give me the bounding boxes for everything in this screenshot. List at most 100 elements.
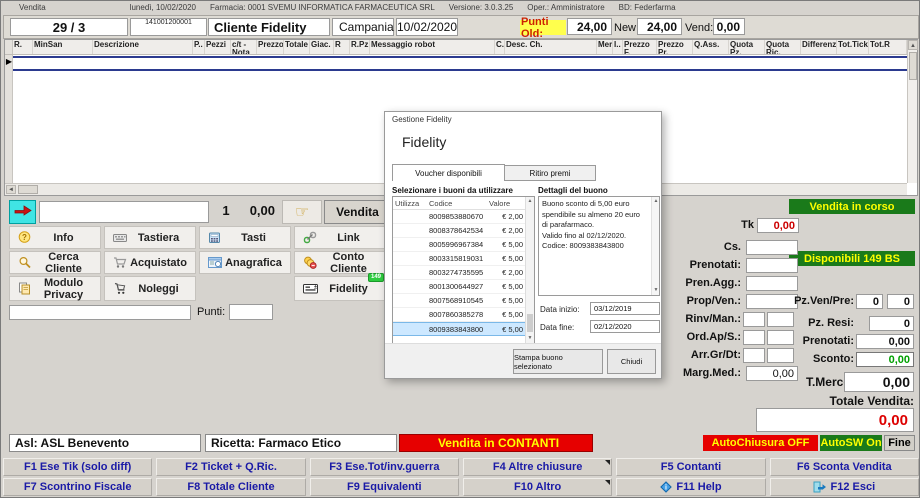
grid-column-descrizione[interactable]: Descrizione: [93, 40, 193, 54]
fkey-f6[interactable]: F6 Sconta Vendita: [770, 458, 919, 476]
panel-field-value[interactable]: [746, 258, 798, 273]
grid-column-pezzi[interactable]: Pezzi: [205, 40, 231, 54]
autosw-toggle[interactable]: AutoSW On: [820, 435, 882, 451]
panel-field-value[interactable]: 0,00: [856, 352, 914, 367]
horizontal-scroll-thumb[interactable]: [18, 185, 38, 194]
scan-button[interactable]: [9, 200, 36, 224]
panel-field-value[interactable]: 0,00: [844, 372, 914, 392]
date-field[interactable]: 10/02/2020: [396, 18, 458, 36]
voucher-row[interactable]: 8001300644927€ 5,00: [393, 280, 534, 294]
grid-column-totale[interactable]: Totale: [284, 40, 310, 54]
grid-empty-row[interactable]: [13, 56, 907, 71]
fkey-f7[interactable]: F7 Scontrino Fiscale: [3, 478, 152, 496]
tab-ritiro-premi[interactable]: Ritiro premi: [504, 165, 596, 181]
scroll-down-icon[interactable]: ▼: [526, 334, 534, 343]
grid-column-r[interactable]: R: [334, 40, 350, 54]
grid-column-differenza[interactable]: Differenza: [801, 40, 837, 54]
punti-input[interactable]: [229, 304, 273, 320]
scroll-left-icon[interactable]: ◄: [6, 185, 16, 194]
button-fidelity[interactable]: ±Fidelity149: [294, 276, 386, 301]
scroll-down-icon[interactable]: ▼: [652, 286, 660, 295]
grid-column-quota-ric[interactable]: Quota Ric.: [765, 40, 801, 54]
grid-column-tot-ticket[interactable]: Tot.Ticket: [837, 40, 869, 54]
payment-mode-banner[interactable]: Vendita in CONTANTI: [399, 434, 593, 452]
fkey-f2[interactable]: F2 Ticket + Q.Ric.: [156, 458, 305, 476]
scroll-up-icon[interactable]: ▲: [908, 40, 918, 50]
voucher-row[interactable]: 8003274735595€ 2,00: [393, 266, 534, 280]
grid-column-mer[interactable]: Mer.: [597, 40, 613, 54]
grid-column-r[interactable]: R.: [13, 40, 33, 54]
button-acquistato[interactable]: Acquistato: [104, 251, 196, 274]
fkey-f1[interactable]: F1 Ese Tik (solo diff): [3, 458, 152, 476]
panel-field-value[interactable]: 0: [869, 316, 914, 331]
grid-column-desc-ch[interactable]: Desc. Ch.: [505, 40, 597, 54]
voucher-list-scrollbar[interactable]: ▲ ▼: [525, 197, 534, 343]
grid-column-tot-r[interactable]: Tot.R: [869, 40, 907, 54]
voucher-row[interactable]: 8003315819031€ 5,00: [393, 252, 534, 266]
voucher-row[interactable]: 8005996967384€ 5,00: [393, 238, 534, 252]
button-modulo-privacy[interactable]: Modulo Privacy: [9, 276, 101, 301]
grid-column-minsan[interactable]: MinSan: [33, 40, 93, 54]
region-field[interactable]: Campania: [332, 18, 394, 36]
customer-name-field[interactable]: Cliente Fidelity: [208, 18, 330, 36]
data-fine-field[interactable]: 02/12/2020: [590, 320, 660, 333]
button-link[interactable]: Link: [294, 226, 386, 249]
fkey-f8[interactable]: F8 Totale Cliente: [156, 478, 305, 496]
fkey-f4[interactable]: F4 Altre chiusure: [463, 458, 612, 476]
button-noleggi[interactable]: Noleggi: [104, 276, 196, 301]
note-input[interactable]: [9, 305, 191, 320]
fkey-f12[interactable]: F12 Esci: [770, 478, 919, 496]
chiudi-button[interactable]: Chiudi: [607, 349, 656, 374]
button-conto-cliente[interactable]: Conto Cliente: [294, 251, 386, 274]
panel-field-value[interactable]: 0: [856, 294, 883, 309]
data-inizio-field[interactable]: 03/12/2019: [590, 302, 660, 315]
asl-field[interactable]: Asl: ASL Benevento: [9, 434, 201, 452]
vendita-mode-select[interactable]: Vendita: [324, 200, 391, 224]
punti-new-value[interactable]: 24,00: [637, 18, 682, 35]
punti-vend-value[interactable]: 0,00: [713, 18, 745, 35]
vertical-scroll-thumb[interactable]: [909, 52, 917, 80]
panel-field-value[interactable]: 0,00: [757, 218, 799, 233]
grid-column-r-pz[interactable]: R.Pz: [350, 40, 370, 54]
card-code-field[interactable]: 141001200001: [130, 18, 207, 36]
punti-old-value[interactable]: 24,00: [567, 18, 612, 35]
grid-column-quota-pz[interactable]: Quota Pz.: [729, 40, 765, 54]
autochiusura-toggle[interactable]: AutoChiusura OFF: [703, 435, 818, 451]
details-scrollbar[interactable]: ▲ ▼: [651, 197, 659, 295]
grid-column-p[interactable]: P..: [193, 40, 205, 54]
grid-column-q-ass[interactable]: Q.Ass.: [693, 40, 729, 54]
fkey-f3[interactable]: F3 Ese.Tot/inv.guerra: [310, 458, 459, 476]
grid-column-giac[interactable]: Giac.: [310, 40, 334, 54]
fkey-f5[interactable]: F5 Contanti: [616, 458, 765, 476]
button-anagrafica[interactable]: Anagrafica: [199, 251, 291, 274]
scroll-up-icon[interactable]: ▲: [526, 197, 534, 206]
ricetta-field[interactable]: Ricetta: Farmaco Etico: [205, 434, 397, 452]
voucher-row-selected[interactable]: 8009383843800€ 5,00: [393, 322, 534, 336]
panel-field-value[interactable]: [746, 240, 798, 255]
barcode-input[interactable]: [39, 201, 209, 223]
grid-vertical-scrollbar[interactable]: ▲: [907, 40, 917, 183]
grid-column-c-t-nota[interactable]: c/t - Nota: [231, 40, 257, 54]
button-tasti[interactable]: Tasti: [199, 226, 291, 249]
sale-number-field[interactable]: 29 / 3: [10, 18, 128, 36]
grid-column-prezzo-pr[interactable]: Prezzo Pr.: [657, 40, 693, 54]
fkey-f9[interactable]: F9 Equivalenti: [310, 478, 459, 496]
fkey-f11[interactable]: iF11 Help: [616, 478, 765, 496]
fkey-f10[interactable]: F10 Altro: [463, 478, 612, 496]
voucher-row[interactable]: 8007568910545€ 5,00: [393, 294, 534, 308]
scroll-up-icon[interactable]: ▲: [652, 197, 660, 206]
voucher-row[interactable]: 8007860385278€ 5,00: [393, 308, 534, 322]
voucher-scroll-thumb[interactable]: [527, 314, 533, 332]
voucher-row[interactable]: 8009853880670€ 2,00: [393, 210, 534, 224]
button-tastiera[interactable]: Tastiera: [104, 226, 196, 249]
fine-button[interactable]: Fine: [884, 435, 915, 451]
tab-voucher-disponibili[interactable]: Voucher disponibili: [392, 164, 505, 181]
grid-column-prezzo-f[interactable]: Prezzo F.: [623, 40, 657, 54]
grid-column-c[interactable]: C.: [495, 40, 505, 54]
grid-column-prezzo[interactable]: Prezzo: [257, 40, 284, 54]
confirm-hand-button[interactable]: ☞: [282, 200, 322, 224]
button-info[interactable]: ?Info: [9, 226, 101, 249]
grid-column-i[interactable]: I..: [613, 40, 623, 54]
grid-column-messaggio-robot[interactable]: Messaggio robot: [370, 40, 495, 54]
panel-field-value[interactable]: 0: [887, 294, 914, 309]
